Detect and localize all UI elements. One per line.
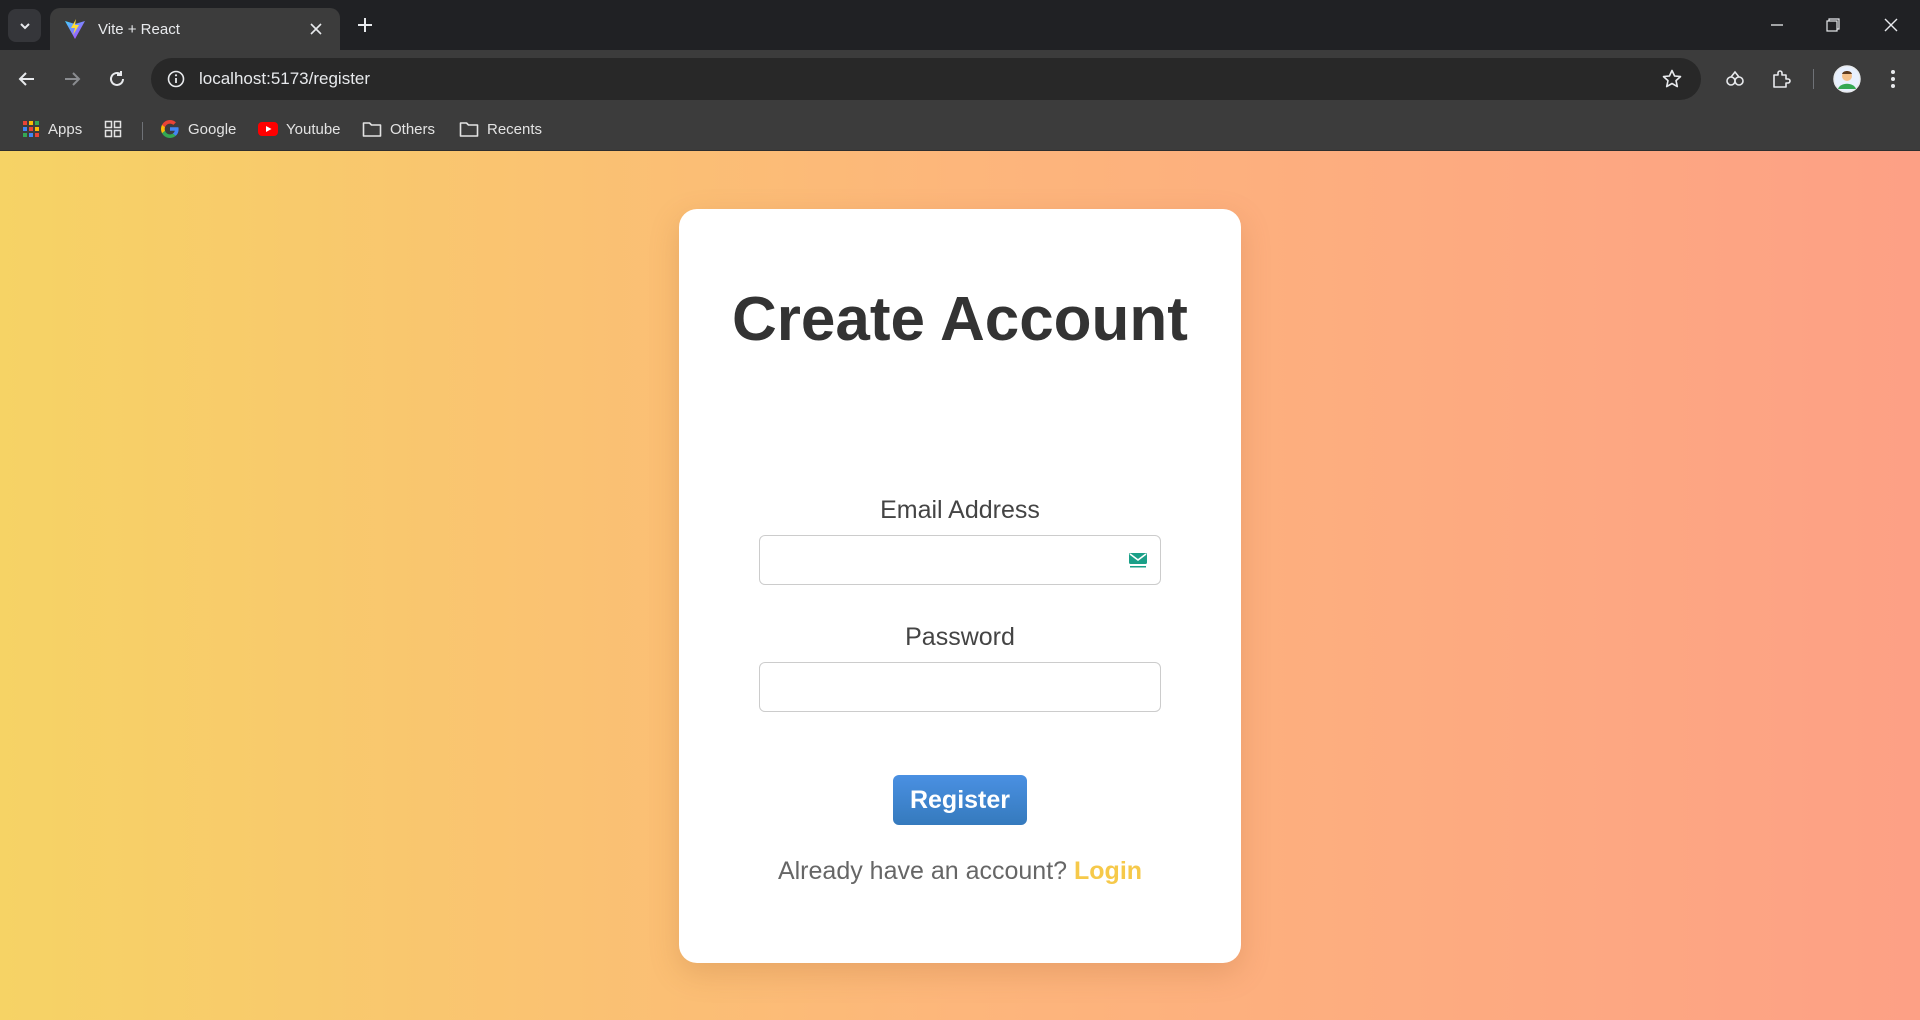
star-icon <box>1662 69 1682 88</box>
forward-button[interactable] <box>55 62 89 96</box>
browser-toolbar: localhost:5173/register <box>0 50 1920 108</box>
extensions-button[interactable] <box>1764 62 1798 96</box>
reload-icon <box>110 71 124 86</box>
password-field[interactable] <box>759 662 1161 712</box>
url-text[interactable]: localhost:5173/register <box>199 69 1657 89</box>
arrow-right-icon <box>65 72 81 86</box>
minimize-button[interactable] <box>1760 8 1794 42</box>
login-prompt: Already have an account? Login <box>679 857 1241 886</box>
bookmark-label: Apps <box>48 120 83 138</box>
google-icon <box>161 120 179 138</box>
key-link-icon <box>1726 70 1744 86</box>
profile-avatar-button[interactable] <box>1830 62 1864 96</box>
bookmark-label: Google <box>188 120 237 138</box>
bookmark-others-folder[interactable]: Others <box>362 116 435 142</box>
bookmark-youtube[interactable]: Youtube <box>258 116 341 142</box>
mail-icon <box>1129 553 1147 568</box>
bookmark-label: Others <box>390 120 436 138</box>
menu-button[interactable] <box>1876 62 1910 96</box>
tab-groups-icon <box>104 120 122 138</box>
register-card: Create Account Email Address Password Re… <box>679 209 1241 963</box>
email-field[interactable] <box>759 535 1161 585</box>
address-bar[interactable]: localhost:5173/register <box>151 58 1701 100</box>
arrow-left-icon <box>18 72 34 86</box>
close-icon <box>1884 18 1898 32</box>
password-input[interactable] <box>760 663 1160 711</box>
youtube-icon <box>258 122 278 136</box>
browser-tab[interactable]: Vite + React <box>50 8 340 50</box>
bookmark-google[interactable]: Google <box>160 116 236 142</box>
kebab-menu-icon <box>1891 70 1895 88</box>
bookmarks-divider <box>142 122 143 140</box>
bookmark-tab-groups[interactable] <box>104 116 130 142</box>
minimize-icon <box>1771 24 1783 26</box>
title-bar: Vite + React <box>0 0 1920 50</box>
info-icon <box>167 70 185 88</box>
tab-title: Vite + React <box>98 20 180 38</box>
login-prompt-text: Already have an account? <box>777 857 1068 885</box>
tab-search-button[interactable] <box>8 9 41 42</box>
bookmark-apps[interactable]: Apps <box>22 116 82 142</box>
toolbar-divider <box>1813 69 1814 89</box>
puzzle-icon <box>1773 70 1791 88</box>
back-button[interactable] <box>10 62 44 96</box>
tab-close-button[interactable] <box>306 19 326 39</box>
restore-icon <box>1826 18 1840 32</box>
vite-icon <box>65 19 85 39</box>
bookmark-label: Youtube <box>286 120 341 138</box>
close-icon <box>310 23 322 35</box>
folder-icon <box>362 122 382 137</box>
site-info-button[interactable] <box>163 66 189 92</box>
apps-grid-icon <box>23 121 39 137</box>
new-tab-button[interactable] <box>352 12 378 38</box>
restore-button[interactable] <box>1816 8 1850 42</box>
reload-button[interactable] <box>100 62 134 96</box>
email-label: Email Address <box>880 496 1040 524</box>
register-button[interactable]: Register <box>893 775 1027 825</box>
bookmark-star-button[interactable] <box>1657 64 1687 94</box>
avatar-icon <box>1833 65 1861 93</box>
password-manager-button[interactable] <box>1718 62 1752 96</box>
bookmarks-bar: Apps Google Youtube Others Recents <box>0 108 1920 151</box>
page-background: Create Account Email Address Password Re… <box>0 151 1920 1020</box>
login-link[interactable]: Login <box>1074 857 1142 885</box>
bookmark-recents-folder[interactable]: Recents <box>459 116 542 142</box>
plus-icon <box>358 18 372 32</box>
page-title: Create Account <box>732 285 1188 354</box>
bookmark-label: Recents <box>487 120 543 138</box>
folder-icon <box>459 122 479 137</box>
close-window-button[interactable] <box>1874 8 1908 42</box>
password-label: Password <box>905 623 1015 651</box>
chevron-down-icon <box>19 22 30 29</box>
email-input[interactable] <box>760 536 1160 584</box>
